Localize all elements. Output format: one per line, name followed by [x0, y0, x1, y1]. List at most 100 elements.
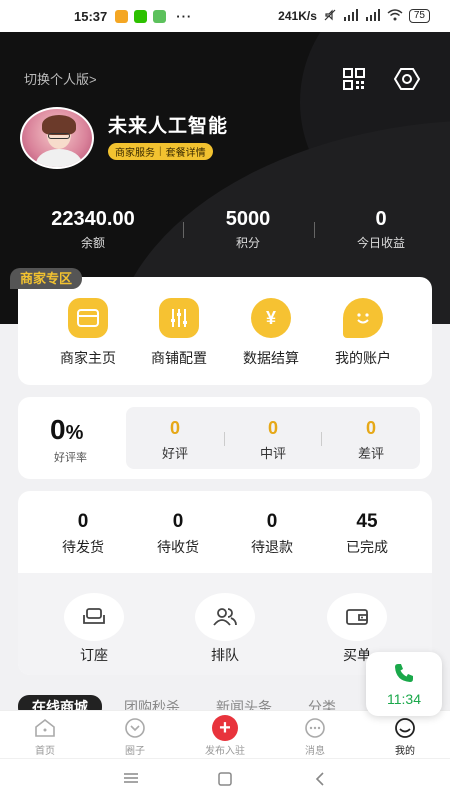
order-count: 0	[266, 511, 278, 532]
wifi-icon	[387, 8, 403, 24]
nav-publish[interactable]: + 发布入驻	[185, 715, 265, 757]
order-label: 待发货	[62, 539, 104, 555]
order-label: 待收货	[157, 539, 199, 555]
my-account-button[interactable]: 我的账户	[317, 298, 409, 368]
smile-icon	[343, 298, 383, 338]
nav-label: 发布入驻	[205, 746, 245, 757]
nav-home[interactable]: 首页	[5, 715, 85, 757]
queue-button[interactable]: 排队	[193, 593, 257, 665]
mute-icon	[323, 8, 337, 25]
pending-refund[interactable]: 0 待退款	[232, 511, 312, 557]
qr-code-icon[interactable]	[342, 67, 366, 91]
bottom-nav: 首页 圈子 + 发布入驻 消息 我的	[0, 710, 450, 758]
tool-label: 订座	[80, 647, 108, 663]
sliders-icon	[159, 298, 199, 338]
stat-value: 5000	[225, 208, 271, 230]
negative-reviews[interactable]: 0 差评	[336, 418, 406, 462]
wallet-icon	[327, 593, 387, 641]
network-speed: 241K/s	[278, 9, 317, 23]
signal-icon-2	[365, 8, 381, 24]
positive-rate-label: 好评率	[54, 452, 87, 464]
review-count: 0	[365, 418, 376, 438]
review-label: 差评	[357, 446, 384, 461]
merchant-item-label: 商家主页	[60, 350, 116, 366]
ongoing-call-bubble[interactable]: 11:34	[366, 652, 442, 716]
circle-icon	[122, 715, 148, 741]
nav-label: 消息	[305, 746, 325, 757]
nav-label: 圈子	[125, 746, 145, 757]
phone-icon	[366, 662, 442, 689]
system-nav-bar	[0, 758, 450, 800]
home-square-icon[interactable]	[217, 771, 237, 789]
menu-icon[interactable]	[123, 771, 143, 789]
merchant-zone-tag: 商家专区	[10, 268, 83, 289]
storefront-icon	[68, 298, 108, 338]
stat-balance[interactable]: 22340.00 余额	[18, 208, 168, 251]
shop-name: 未来人工智能	[108, 116, 229, 137]
rate-unit: %	[65, 422, 84, 444]
home-icon	[32, 715, 58, 741]
stat-value: 0	[375, 208, 387, 230]
back-icon[interactable]	[313, 771, 333, 789]
nav-label: 首页	[35, 746, 55, 757]
nav-label: 我的	[395, 746, 415, 757]
battery-indicator: 75	[408, 9, 430, 23]
people-icon	[195, 593, 255, 641]
reserve-seat-button[interactable]: 订座	[62, 593, 126, 665]
wechat-icon	[134, 9, 148, 23]
review-count: 0	[169, 418, 180, 438]
divider	[224, 432, 225, 446]
badge-separator: |	[159, 146, 162, 157]
pending-shipment[interactable]: 0 待发货	[43, 511, 123, 557]
switch-personal-link[interactable]: 切换个人版>	[24, 69, 97, 88]
review-count: 0	[267, 418, 278, 438]
sofa-icon	[64, 593, 124, 641]
stat-today-earnings[interactable]: 0 今日收益	[306, 208, 450, 251]
nav-mine[interactable]: 我的	[365, 715, 445, 757]
service-badge[interactable]: 商家服务 | 套餐详情	[108, 143, 213, 160]
stat-points[interactable]: 5000 积分	[173, 208, 323, 251]
stat-label: 余额	[80, 236, 105, 250]
positive-rate-value: 0%	[50, 414, 83, 446]
data-settlement-button[interactable]: ¥ 数据结算	[225, 298, 317, 368]
status-time: 15:37	[74, 8, 108, 24]
pending-receipt[interactable]: 0 待收货	[138, 511, 218, 557]
merchant-item-label: 我的账户	[335, 350, 391, 366]
shop-config-button[interactable]: 商铺配置	[133, 298, 225, 368]
plus-icon: +	[212, 715, 238, 741]
message-icon	[302, 715, 328, 741]
divider	[321, 432, 322, 446]
more-notifications: ···	[176, 8, 193, 24]
nav-circle[interactable]: 圈子	[95, 715, 175, 757]
download-icon	[153, 9, 167, 23]
merchant-item-label: 数据结算	[243, 350, 299, 366]
tool-label: 排队	[211, 647, 239, 663]
stat-label: 今日收益	[356, 236, 405, 250]
order-label: 已完成	[346, 539, 388, 555]
nav-messages[interactable]: 消息	[275, 715, 355, 757]
notification-app-icon	[115, 9, 129, 23]
avatar[interactable]	[20, 107, 94, 169]
badge-package-label: 套餐详情	[165, 148, 206, 159]
order-count: 0	[77, 511, 89, 532]
settings-hex-icon[interactable]	[393, 67, 421, 91]
neutral-reviews[interactable]: 0 中评	[238, 418, 308, 462]
badge-service-label: 商家服务	[115, 148, 155, 159]
stat-value: 22340.00	[51, 208, 135, 230]
review-label: 好评	[161, 446, 188, 461]
order-count: 45	[356, 511, 378, 532]
yen-icon: ¥	[251, 298, 291, 338]
merchant-home-button[interactable]: 商家主页	[42, 298, 134, 368]
call-duration: 11:34	[387, 691, 421, 707]
stat-label: 积分	[235, 236, 260, 250]
profile-icon	[392, 715, 418, 741]
order-label: 待退款	[251, 539, 293, 555]
order-count: 0	[172, 511, 184, 532]
merchant-item-label: 商铺配置	[151, 350, 207, 366]
review-label: 中评	[259, 446, 286, 461]
positive-reviews[interactable]: 0 好评	[140, 418, 210, 462]
completed-orders[interactable]: 45 已完成	[327, 511, 407, 557]
signal-icon	[343, 8, 359, 24]
rate-number: 0	[50, 414, 66, 445]
status-bar: 15:37 ··· 241K/s 75	[0, 0, 450, 32]
